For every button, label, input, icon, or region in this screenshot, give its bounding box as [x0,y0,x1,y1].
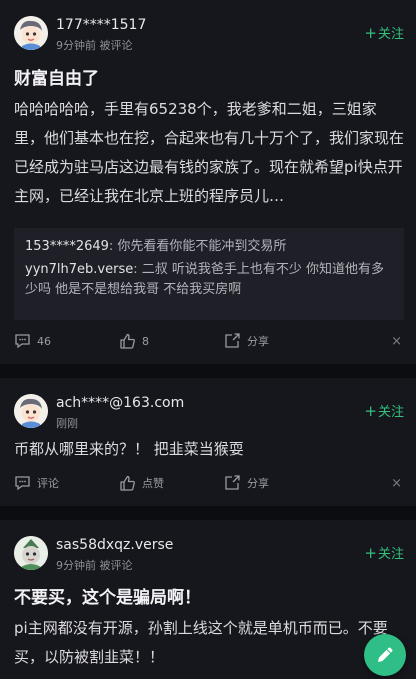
reply-item: 153****2649: 你先看看你能不能冲到交易所 [25,239,287,254]
share-label: 分享 [247,335,269,348]
reply-preview[interactable]: 153****2649: 你先看看你能不能冲到交易所 yyn7lh7eb.ver… [14,228,404,320]
post-meta: 9分钟前 被评论 [56,557,133,573]
reply-user[interactable]: 153****2649 [25,239,109,254]
post-header: 177****1517 9分钟前 被评论 +关注 [14,16,404,56]
comment-button[interactable]: 46 [14,333,51,349]
share-icon [225,475,240,490]
username[interactable]: ach****@163.com [56,395,184,411]
follow-button[interactable]: +关注 [364,23,404,42]
post-body[interactable]: 币都从哪里来的？！ 把韭菜当猴耍 [14,435,406,464]
avatar[interactable] [14,16,48,50]
like-label: 点赞 [142,477,164,490]
username[interactable]: 177****1517 [56,17,146,33]
like-button[interactable]: 8 [119,333,149,349]
action-bar: 46 8 分享 × [14,333,406,355]
reply-text: 你先看看你能不能冲到交易所 [117,239,287,254]
plus-icon: + [364,24,377,42]
follow-label: 关注 [377,405,404,420]
comment-icon [15,334,30,349]
share-label: 分享 [247,477,269,490]
post-time: 9分钟前 [56,559,96,572]
dismiss-button[interactable]: × [391,334,402,349]
username[interactable]: sas58dxqz.verse [56,537,173,553]
thumbs-up-icon [120,333,135,349]
post-card[interactable]: ach****@163.com 刚刚 +关注 币都从哪里来的？！ 把韭菜当猴耍 … [0,378,416,506]
dismiss-button[interactable]: × [391,476,402,491]
compose-button[interactable] [364,634,406,676]
post-card[interactable]: 177****1517 9分钟前 被评论 +关注 财富自由了 哈哈哈哈哈，手里有… [0,0,416,364]
action-bar: 评论 点赞 分享 × [14,475,406,497]
plus-icon: + [364,544,377,562]
share-button[interactable]: 分享 [224,333,269,349]
avatar[interactable] [14,536,48,570]
post-meta: 9分钟前 被评论 [56,37,133,53]
plus-icon: + [364,402,377,420]
post-title: 不要买，这个是骗局啊！ [14,588,201,608]
avatar[interactable] [14,394,48,428]
reply-user[interactable]: yyn7lh7eb.verse [25,262,133,277]
reply-item: yyn7lh7eb.verse: 二叔 听说我爸手上也有不少 你知道他有多少吗 … [25,262,384,297]
post-time: 刚刚 [56,417,78,430]
post-body[interactable]: pi主网都没有开源，孙割上线这个就是单机币而已。不要买，以防被割韭菜！！ [14,614,406,672]
share-icon [225,333,240,348]
comment-count: 46 [37,334,51,348]
post-status: 被评论 [99,559,133,572]
follow-label: 关注 [377,547,404,562]
post-card[interactable]: sas58dxqz.verse 9分钟前 被评论 +关注 不要买，这个是骗局啊！… [0,520,416,679]
post-body[interactable]: 哈哈哈哈哈，手里有65238个，我老爹和二姐，三姐家里，他们基本也在挖，合起来也… [14,95,406,211]
comment-label: 评论 [37,477,59,490]
follow-button[interactable]: +关注 [364,401,404,420]
post-header: sas58dxqz.verse 9分钟前 被评论 +关注 [14,536,404,576]
comment-button[interactable]: 评论 [14,475,59,491]
follow-button[interactable]: +关注 [364,543,404,562]
post-title: 财富自由了 [14,69,99,89]
share-button[interactable]: 分享 [224,475,269,491]
post-status: 被评论 [99,39,133,52]
post-header: ach****@163.com 刚刚 +关注 [14,394,404,434]
pencil-icon [378,647,393,662]
like-button[interactable]: 点赞 [119,475,164,491]
thumbs-up-icon [120,475,135,491]
comment-icon [15,476,30,491]
like-count: 8 [142,334,149,348]
follow-label: 关注 [377,27,404,42]
post-meta: 刚刚 [56,415,78,431]
post-time: 9分钟前 [56,39,96,52]
